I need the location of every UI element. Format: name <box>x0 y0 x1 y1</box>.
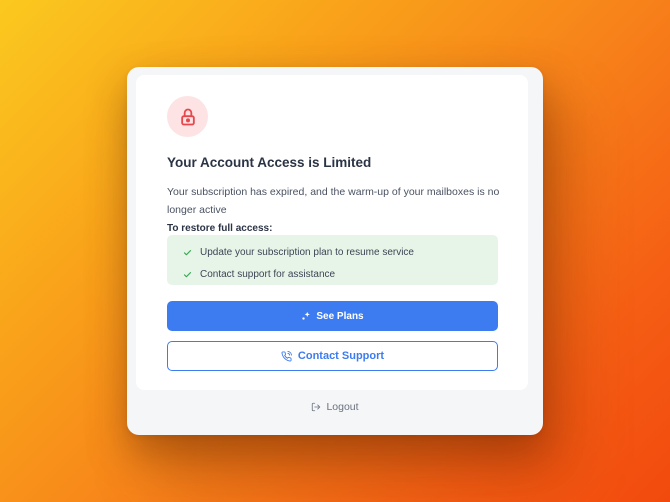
logout-label: Logout <box>326 401 359 413</box>
restore-checklist: Update your subscription plan to resume … <box>167 235 498 285</box>
account-limited-modal: Your Account Access is Limited Your subs… <box>127 67 543 435</box>
see-plans-label: See Plans <box>316 310 364 322</box>
check-icon <box>183 271 192 277</box>
logout-icon <box>312 402 321 412</box>
checklist-item-label: Contact support for assistance <box>200 268 336 280</box>
phone-icon <box>281 350 292 361</box>
list-item: Update your subscription plan to resume … <box>183 241 498 263</box>
contact-support-button[interactable]: Contact Support <box>167 341 498 371</box>
restore-heading: To restore full access: <box>167 223 273 234</box>
sparkle-icon <box>302 311 311 320</box>
modal-title: Your Account Access is Limited <box>167 155 372 170</box>
see-plans-button[interactable]: See Plans <box>167 301 498 331</box>
list-item: Contact support for assistance <box>183 263 498 285</box>
checklist-item-label: Update your subscription plan to resume … <box>200 246 414 258</box>
lock-badge <box>167 96 208 137</box>
logout-link[interactable]: Logout <box>127 401 543 413</box>
lock-icon <box>180 108 195 125</box>
contact-support-label: Contact Support <box>297 350 385 362</box>
modal-card: Your Account Access is Limited Your subs… <box>136 75 528 390</box>
modal-description: Your subscription has expired, and the w… <box>167 186 500 216</box>
check-icon <box>183 249 192 255</box>
